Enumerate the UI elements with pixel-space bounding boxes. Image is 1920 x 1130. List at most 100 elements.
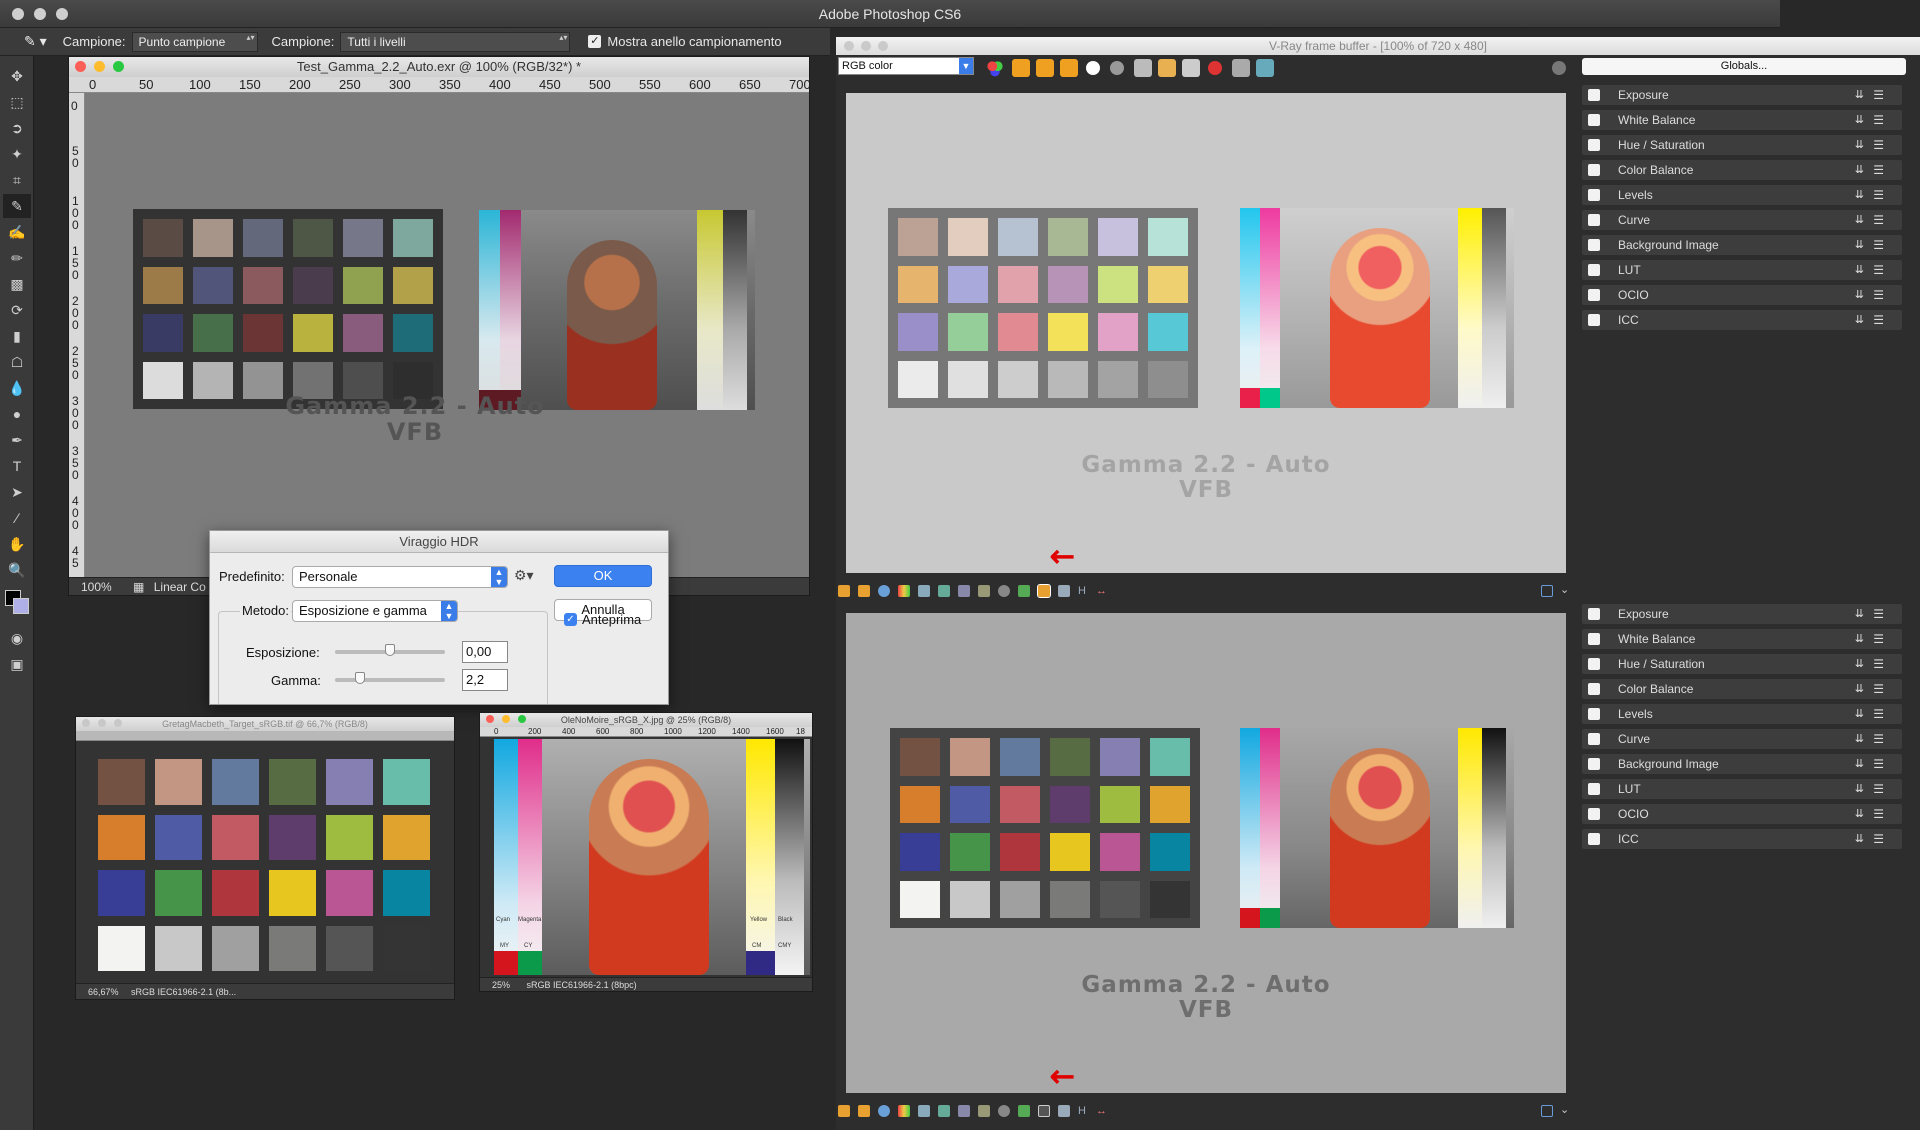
- preset-select[interactable]: Personale ▲ ▼: [292, 566, 508, 588]
- layer-row[interactable]: LUT ⇊ ☰: [1582, 779, 1902, 799]
- layer-row[interactable]: ICC ⇊ ☰: [1582, 310, 1902, 330]
- tool-icon[interactable]: [938, 1105, 950, 1117]
- layer-row[interactable]: White Balance ⇊ ☰: [1582, 110, 1902, 130]
- mono-channel-icon[interactable]: [1110, 61, 1124, 75]
- layer-row[interactable]: White Balance ⇊ ☰: [1582, 629, 1902, 649]
- double-chevron-down-icon[interactable]: ⇊: [1855, 829, 1864, 849]
- menu-icon[interactable]: ☰: [1873, 110, 1884, 130]
- clone-stamp-icon[interactable]: ▩: [3, 272, 31, 296]
- double-chevron-down-icon[interactable]: ⇊: [1855, 85, 1864, 105]
- layer-enable-checkbox[interactable]: [1588, 314, 1600, 326]
- render-icon[interactable]: [1256, 59, 1274, 77]
- layer-enable-checkbox[interactable]: [1588, 708, 1600, 720]
- menu-icon[interactable]: ☰: [1873, 160, 1884, 180]
- curve-tool-icon[interactable]: [1038, 1105, 1050, 1117]
- layer-enable-checkbox[interactable]: [1588, 289, 1600, 301]
- tool-icon[interactable]: [918, 585, 930, 597]
- healing-brush-icon[interactable]: ✍: [3, 220, 31, 244]
- double-chevron-down-icon[interactable]: ⇊: [1855, 654, 1864, 674]
- histogram-icon[interactable]: H: [1078, 585, 1090, 597]
- layer-enable-checkbox[interactable]: [1588, 808, 1600, 820]
- layer-enable-checkbox[interactable]: [1588, 239, 1600, 251]
- double-chevron-down-icon[interactable]: ⇊: [1855, 285, 1864, 305]
- layer-row[interactable]: OCIO ⇊ ☰: [1582, 285, 1902, 305]
- zoom-level[interactable]: 25%: [492, 980, 510, 990]
- tool-icon[interactable]: [1018, 585, 1030, 597]
- eyedropper-tool-icon[interactable]: ✎: [3, 194, 31, 218]
- menu-icon[interactable]: ☰: [1873, 260, 1884, 280]
- region-render-icon[interactable]: [1232, 59, 1250, 77]
- menu-icon[interactable]: ☰: [1873, 285, 1884, 305]
- double-chevron-down-icon[interactable]: ⇊: [1855, 135, 1864, 155]
- vfb-viewport-top[interactable]: Gamma 2.2 - Auto VFB: [846, 93, 1566, 573]
- menu-icon[interactable]: ☰: [1873, 804, 1884, 824]
- layer-enable-checkbox[interactable]: [1588, 189, 1600, 201]
- tool-icon[interactable]: [978, 1105, 990, 1117]
- channel-select[interactable]: RGB color ▼: [838, 57, 974, 75]
- layer-row[interactable]: OCIO ⇊ ☰: [1582, 804, 1902, 824]
- status-info-icon[interactable]: ▦: [133, 580, 144, 594]
- vfb-zoom-button[interactable]: [878, 41, 888, 51]
- double-chevron-down-icon[interactable]: ⇊: [1855, 604, 1864, 624]
- layer-enable-checkbox[interactable]: [1588, 264, 1600, 276]
- eraser-tool-icon[interactable]: ▮: [3, 324, 31, 348]
- layer-enable-checkbox[interactable]: [1588, 633, 1600, 645]
- window-icon[interactable]: [1541, 1105, 1553, 1117]
- menu-icon[interactable]: ☰: [1873, 679, 1884, 699]
- tool-icon[interactable]: [938, 585, 950, 597]
- menu-icon[interactable]: ☰: [1873, 235, 1884, 255]
- double-chevron-down-icon[interactable]: ⇊: [1855, 704, 1864, 724]
- magic-wand-icon[interactable]: ✦: [3, 142, 31, 166]
- tool-icon[interactable]: [898, 585, 910, 597]
- tool-icon[interactable]: [958, 1105, 970, 1117]
- paint-bucket-icon[interactable]: ☖: [3, 350, 31, 374]
- hand-tool-icon[interactable]: ✋: [3, 532, 31, 556]
- doc-minimize-button[interactable]: [94, 61, 105, 72]
- layer-row[interactable]: Levels ⇊ ☰: [1582, 704, 1902, 724]
- method-select[interactable]: Esposizione e gamma ▲ ▼: [292, 600, 458, 622]
- tool-icon[interactable]: [918, 1105, 930, 1117]
- layer-enable-checkbox[interactable]: [1588, 214, 1600, 226]
- show-ring-checkbox[interactable]: ✓: [588, 35, 602, 48]
- clear-image-icon[interactable]: [1182, 59, 1200, 77]
- doc-minimize-button[interactable]: [502, 715, 510, 723]
- blur-tool-icon[interactable]: 💧: [3, 376, 31, 400]
- blue-channel-icon[interactable]: [1060, 59, 1078, 77]
- layer-enable-checkbox[interactable]: [1588, 608, 1600, 620]
- tool-icon[interactable]: [858, 585, 870, 597]
- vfb-close-button[interactable]: [844, 41, 854, 51]
- rgb-channels-icon[interactable]: [986, 59, 1004, 77]
- chevron-down-icon[interactable]: ⌄: [1560, 583, 1572, 596]
- menu-icon[interactable]: ☰: [1873, 629, 1884, 649]
- crop-tool-icon[interactable]: ⌗: [3, 168, 31, 192]
- layer-row[interactable]: Color Balance ⇊ ☰: [1582, 160, 1902, 180]
- layer-enable-checkbox[interactable]: [1588, 833, 1600, 845]
- tool-icon[interactable]: [1018, 1105, 1030, 1117]
- layer-enable-checkbox[interactable]: [1588, 139, 1600, 151]
- exposure-slider-knob[interactable]: [385, 644, 395, 656]
- zoom-tool-icon[interactable]: 🔍: [3, 558, 31, 582]
- gamma-slider-knob[interactable]: [355, 672, 365, 684]
- chevron-down-icon[interactable]: ⌄: [1560, 1103, 1572, 1116]
- compare-icon[interactable]: ↔: [1096, 1105, 1108, 1117]
- layer-row[interactable]: Levels ⇊ ☰: [1582, 185, 1902, 205]
- menu-icon[interactable]: ☰: [1873, 210, 1884, 230]
- layer-row[interactable]: Curve ⇊ ☰: [1582, 729, 1902, 749]
- pen-tool-icon[interactable]: ✒: [3, 428, 31, 452]
- compare-icon[interactable]: ↔: [1096, 585, 1108, 597]
- tool-icon[interactable]: [838, 1105, 850, 1117]
- brush-tool-icon[interactable]: ✏: [3, 246, 31, 270]
- layer-enable-checkbox[interactable]: [1588, 164, 1600, 176]
- layer-enable-checkbox[interactable]: [1588, 658, 1600, 670]
- layer-enable-checkbox[interactable]: [1588, 114, 1600, 126]
- double-chevron-down-icon[interactable]: ⇊: [1855, 235, 1864, 255]
- tool-icon[interactable]: [998, 585, 1010, 597]
- stop-render-icon[interactable]: [1208, 61, 1222, 75]
- dodge-tool-icon[interactable]: ●: [3, 402, 31, 426]
- layer-row[interactable]: Hue / Saturation ⇊ ☰: [1582, 654, 1902, 674]
- doc-close-button[interactable]: [75, 61, 86, 72]
- gear-icon[interactable]: ⚙▾: [514, 567, 534, 584]
- tool-icon[interactable]: [858, 1105, 870, 1117]
- histogram-icon[interactable]: H: [1078, 1105, 1090, 1117]
- globals-button[interactable]: Globals...: [1582, 58, 1906, 75]
